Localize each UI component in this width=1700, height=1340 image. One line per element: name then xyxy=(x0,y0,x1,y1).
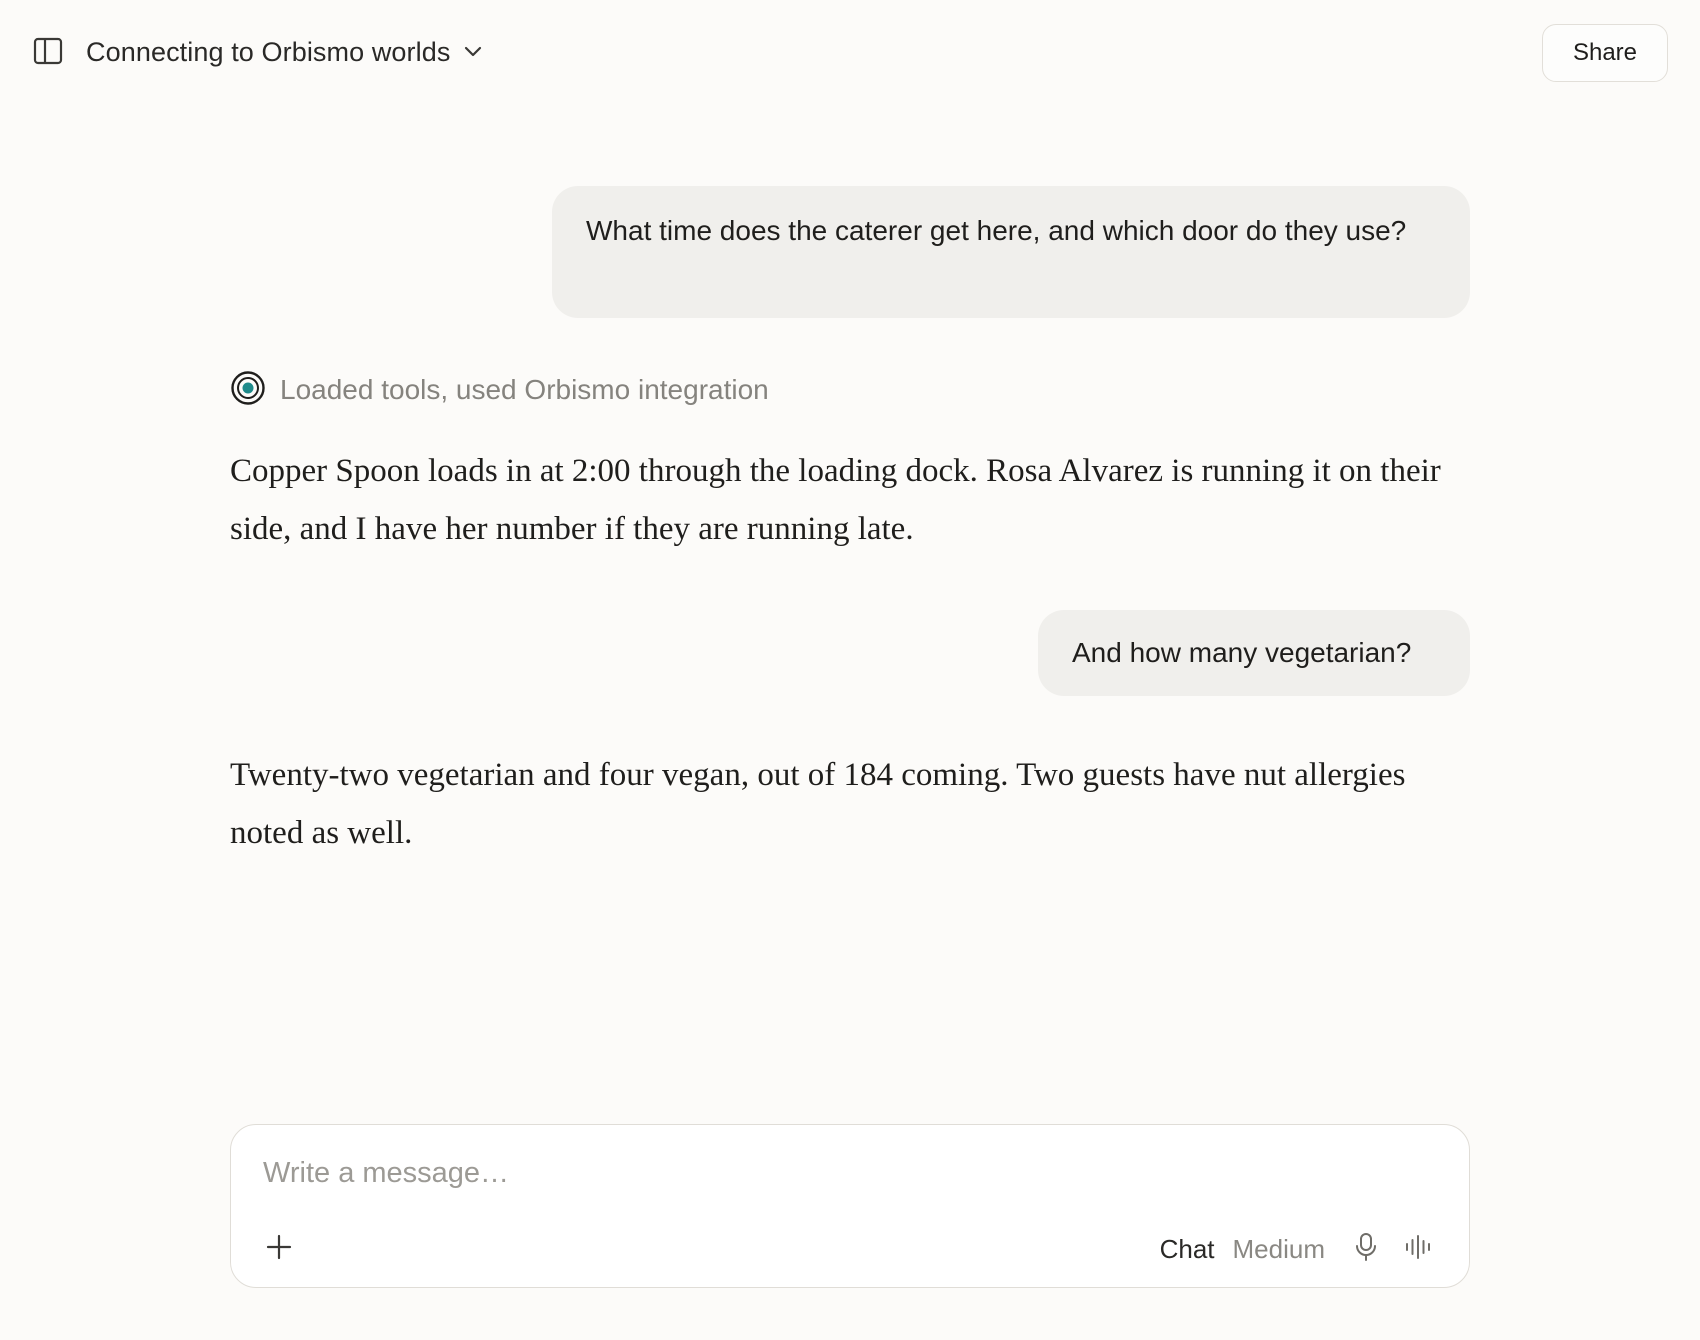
microphone-icon xyxy=(1354,1232,1378,1267)
tool-usage-label: Loaded tools, used Orbismo integration xyxy=(280,374,769,405)
mode-selector[interactable]: Chat xyxy=(1160,1234,1215,1265)
user-message: And how many vegetarian? xyxy=(1038,610,1470,696)
orbismo-target-icon xyxy=(230,370,266,411)
attach-button[interactable] xyxy=(261,1231,297,1267)
sidebar-toggle-icon xyxy=(33,37,63,70)
user-message-text: And how many vegetarian? xyxy=(1072,637,1412,668)
conversation-title: Connecting to Orbismo worlds xyxy=(86,36,451,67)
microphone-button[interactable] xyxy=(1349,1229,1383,1269)
user-message: What time does the caterer get here, and… xyxy=(552,186,1470,318)
tool-usage-summary[interactable]: Loaded tools, used Orbismo integration xyxy=(230,370,769,411)
conversation-title-menu[interactable]: Connecting to Orbismo worlds xyxy=(86,34,482,70)
top-bar: Connecting to Orbismo worlds Share xyxy=(0,0,1700,104)
message-input[interactable] xyxy=(263,1149,1433,1197)
user-message-text: What time does the caterer get here, and… xyxy=(586,215,1407,246)
plus-icon xyxy=(266,1234,292,1265)
voice-mode-button[interactable] xyxy=(1401,1229,1435,1269)
model-selector[interactable]: Medium xyxy=(1233,1234,1325,1265)
share-button[interactable]: Share xyxy=(1542,24,1668,82)
assistant-message: Twenty-two vegetarian and four vegan, ou… xyxy=(230,757,1406,851)
composer-controls: Chat Medium xyxy=(1160,1229,1435,1269)
message-composer: Chat Medium xyxy=(230,1124,1470,1288)
voice-waveform-icon xyxy=(1404,1234,1432,1265)
chat-page: Connecting to Orbismo worlds Share What … xyxy=(0,0,1700,1340)
assistant-message: Copper Spoon loads in at 2:00 through th… xyxy=(230,453,1441,547)
chevron-down-icon xyxy=(464,46,482,58)
sidebar-toggle-button[interactable] xyxy=(32,37,64,69)
